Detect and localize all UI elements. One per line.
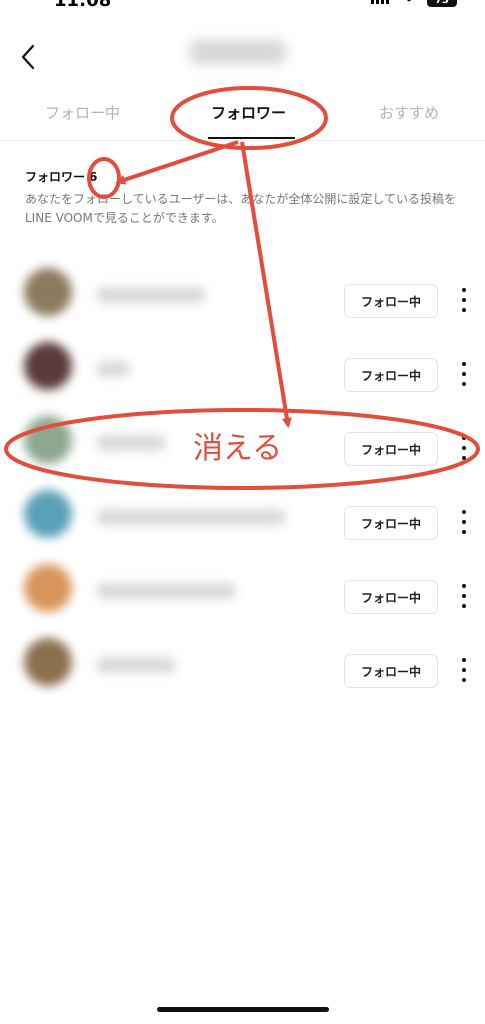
user-name-blurred [96,509,286,525]
arrow-to-count [115,140,239,185]
battery-icon: 73 [427,0,457,7]
avatar [24,490,72,538]
list-item[interactable]: フォロー中 [0,558,485,618]
tab-recommended[interactable]: おすすめ [379,102,439,123]
following-button[interactable]: フォロー中 [344,432,438,466]
more-options-icon[interactable] [455,658,473,682]
user-name-blurred [96,583,236,599]
chevron-left-icon [21,44,35,70]
following-button[interactable]: フォロー中 [344,358,438,392]
avatar [24,268,72,316]
status-icons: 73 [371,0,457,8]
followers-title: フォロワー [25,170,86,184]
user-name-blurred [96,435,166,451]
more-options-icon[interactable] [455,288,473,312]
avatar [24,342,72,390]
avatar [24,564,72,612]
tab-followers[interactable]: フォロワー [211,102,286,123]
user-name-blurred [96,657,176,673]
page-title-blurred [190,40,286,64]
following-button[interactable]: フォロー中 [344,284,438,318]
active-tab-indicator [208,137,295,139]
more-options-icon[interactable] [455,362,473,386]
following-button[interactable]: フォロー中 [344,654,438,688]
annotation-label: 消える [193,431,283,466]
avatar [24,416,72,464]
user-name-blurred [96,287,206,303]
followers-count: 6 [89,170,98,184]
more-options-icon[interactable] [455,510,473,534]
back-button[interactable] [16,44,42,70]
home-indicator[interactable] [157,1007,329,1012]
signal-icon [371,0,391,4]
user-name-blurred [96,361,130,377]
following-button[interactable]: フォロー中 [344,580,438,614]
tab-following[interactable]: フォロー中 [45,102,120,123]
list-item[interactable]: フォロー中 [0,262,485,322]
more-options-icon[interactable] [455,436,473,460]
list-item[interactable]: フォロー中 [0,484,485,544]
wifi-icon [401,0,417,4]
followers-heading: フォロワー 6 [25,168,97,185]
following-button[interactable]: フォロー中 [344,506,438,540]
avatar [24,638,72,686]
tab-bar: フォロー中 フォロワー おすすめ [0,86,485,141]
more-options-icon[interactable] [455,584,473,608]
status-time: 11:08 [54,0,112,11]
followers-description: あなたをフォローしているユーザーは、あなたが全体公開に設定している投稿をLINE… [25,192,457,225]
status-bar: 11:08 73 [0,0,485,22]
list-item[interactable]: フォロー中 [0,336,485,396]
list-item[interactable]: フォロー中 [0,632,485,692]
